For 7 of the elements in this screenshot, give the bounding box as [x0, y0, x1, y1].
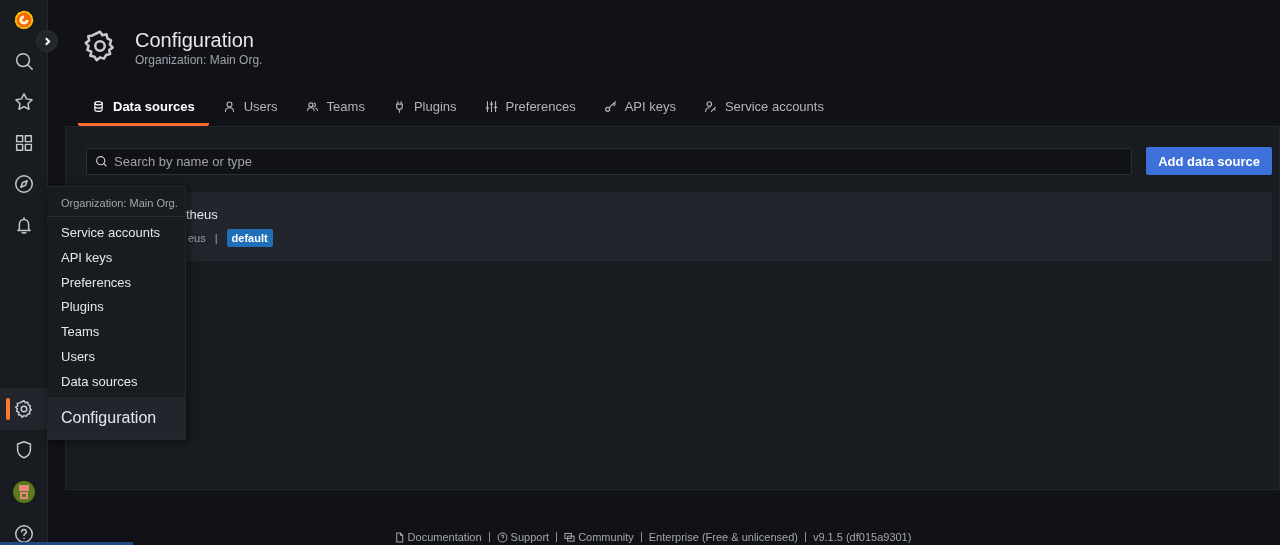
default-badge: default: [226, 229, 273, 247]
page-title: Configuration: [135, 28, 255, 53]
page-subtitle: Organization: Main Org.: [135, 53, 263, 67]
separator: |: [214, 232, 218, 244]
data-source-type: eus: [188, 232, 206, 244]
data-source-name: theus: [186, 207, 219, 222]
menu-header: Organization: Main Org.: [47, 187, 185, 217]
